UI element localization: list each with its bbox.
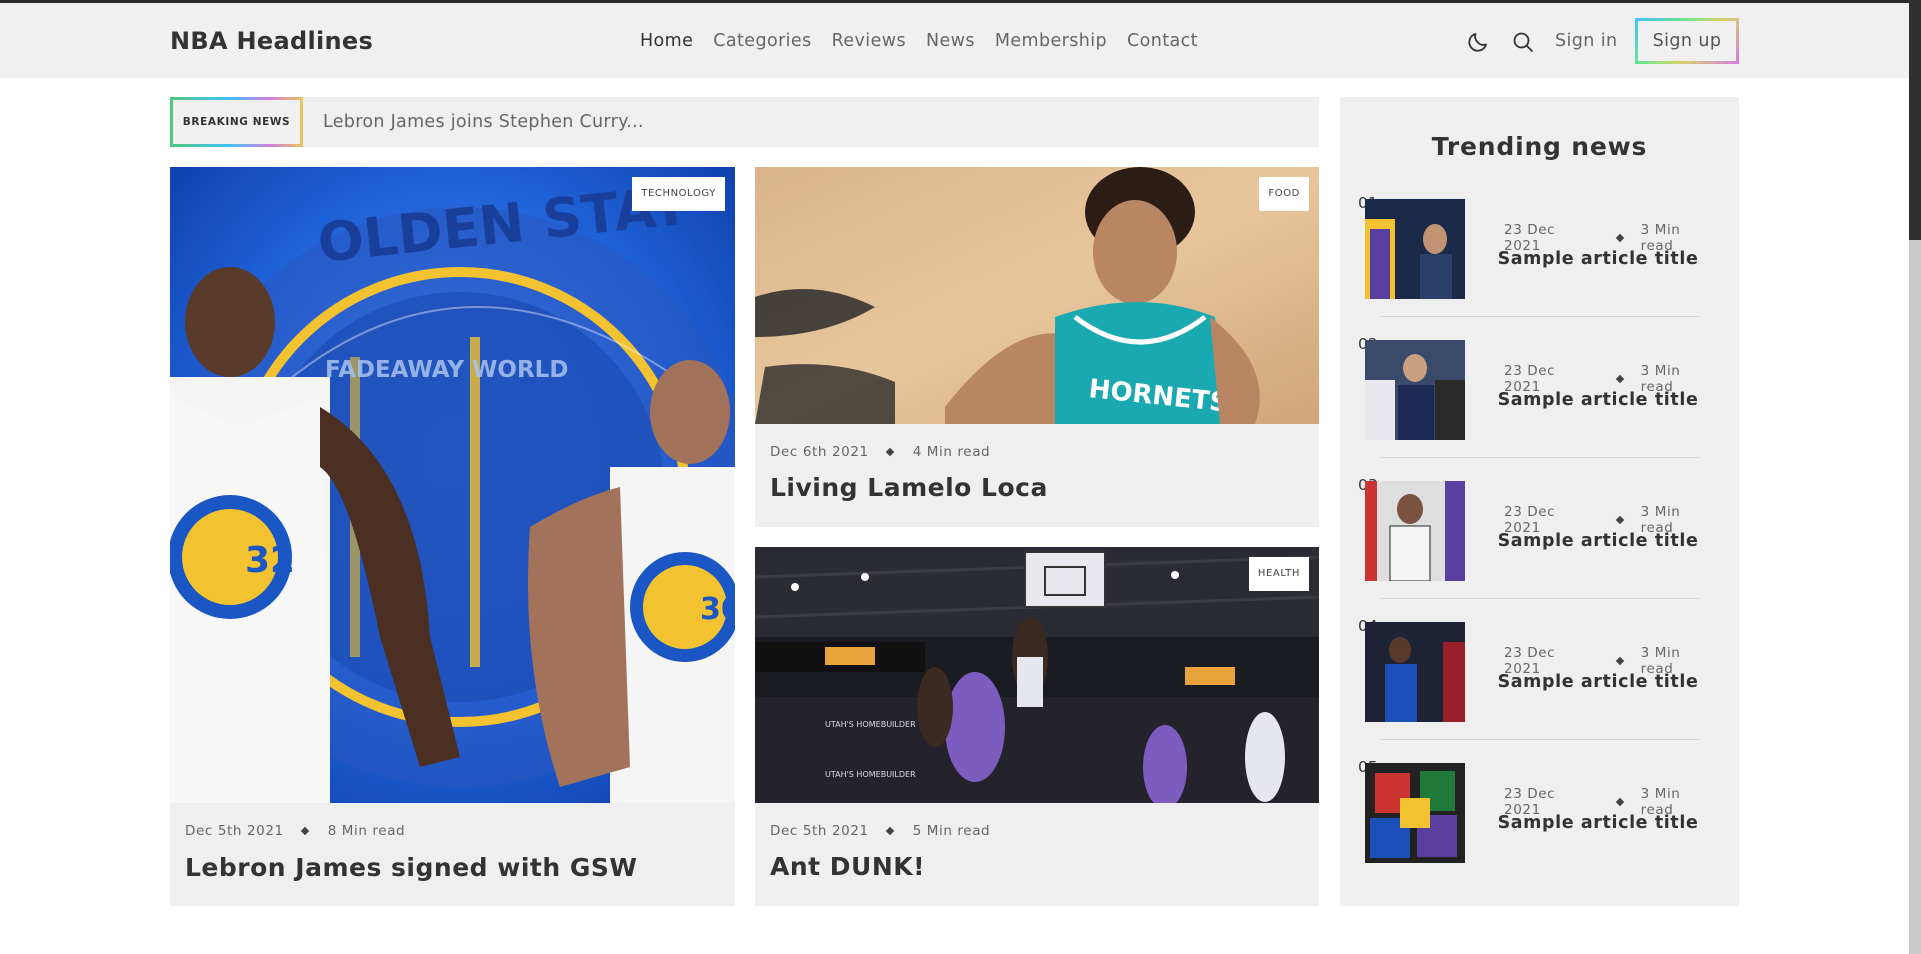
moon-icon[interactable] (1466, 30, 1490, 54)
nav-news[interactable]: News (926, 31, 975, 51)
search-icon[interactable] (1511, 30, 1535, 54)
watermark-text: FADEAWAY WORLD (325, 357, 568, 383)
category-tag[interactable]: TECHNOLOGY (632, 177, 725, 211)
diamond-separator-icon (1615, 374, 1624, 384)
main-nav: Home Categories Reviews News Membership … (640, 31, 1218, 51)
diamond-separator-icon (885, 826, 894, 836)
diamond-separator-icon (1615, 515, 1624, 525)
trending-title: Trending news (1431, 132, 1648, 161)
divider (1380, 739, 1700, 740)
article-read-time: 5 Min read (912, 823, 991, 839)
article-card-top[interactable]: HORNETS FOOD Dec 6th 2021 4 Min read Liv… (755, 167, 1319, 527)
trending-thumbnail[interactable] (1365, 763, 1465, 863)
sign-up-button[interactable]: Sign up (1635, 18, 1739, 64)
featured-article-card[interactable]: OLDEN STAT FADEAWAY WORLD 32 30 TECHNOLO… (170, 167, 735, 906)
diamond-separator-icon (300, 826, 309, 836)
featured-article-image[interactable]: OLDEN STAT FADEAWAY WORLD 32 30 (170, 167, 735, 803)
scrollbar-thumb[interactable] (1909, 0, 1921, 240)
breaking-news-bar: BREAKING NEWS Lebron James joins Stephen… (170, 97, 1319, 147)
trending-item[interactable]: 02 23 Dec 2021 3 Min read Sample article… (1358, 335, 1718, 476)
trending-news-panel: Trending news 01 23 Dec 2021 3 Min read … (1340, 97, 1739, 906)
trending-item[interactable]: 05 23 Dec 2021 3 Min read Sample article… (1358, 758, 1718, 899)
diamond-separator-icon (1615, 797, 1624, 807)
nav-membership[interactable]: Membership (995, 31, 1107, 51)
nav-home[interactable]: Home (640, 31, 693, 51)
divider (1380, 598, 1700, 599)
sign-in-link[interactable]: Sign in (1555, 31, 1618, 51)
trending-thumbnail[interactable] (1365, 622, 1465, 722)
trending-article-title[interactable]: Sample article title (1478, 531, 1718, 551)
trending-article-title[interactable]: Sample article title (1478, 249, 1718, 269)
category-tag[interactable]: HEALTH (1248, 557, 1309, 591)
article-read-time: 8 Min read (327, 823, 406, 839)
breaking-news-badge: BREAKING NEWS (170, 97, 303, 147)
article-date: Dec 5th 2021 (770, 823, 869, 839)
breaking-news-label: BREAKING NEWS (173, 100, 300, 144)
article-title[interactable]: Ant DUNK! (770, 852, 925, 881)
article-meta: Dec 5th 2021 5 Min read (770, 823, 990, 839)
svg-text:UTAH'S HOMEBUILDER: UTAH'S HOMEBUILDER (825, 770, 916, 779)
article-image-top[interactable]: HORNETS (755, 167, 1319, 424)
trending-thumbnail[interactable] (1365, 340, 1465, 440)
trending-thumbnail[interactable] (1365, 199, 1465, 299)
article-date: Dec 6th 2021 (770, 444, 869, 460)
article-meta: Dec 5th 2021 8 Min read (185, 823, 405, 839)
sign-up-label: Sign up (1638, 21, 1736, 61)
svg-text:32: 32 (245, 540, 295, 581)
trending-thumbnail[interactable] (1365, 481, 1465, 581)
article-title[interactable]: Living Lamelo Loca (770, 473, 1048, 502)
site-logo[interactable]: NBA Headlines (170, 27, 373, 55)
diamond-separator-icon (1615, 656, 1624, 666)
nav-categories[interactable]: Categories (713, 31, 811, 51)
divider (1380, 316, 1700, 317)
trending-article-title[interactable]: Sample article title (1478, 390, 1718, 410)
article-meta: Dec 6th 2021 4 Min read (770, 444, 990, 460)
trending-article-title[interactable]: Sample article title (1478, 813, 1718, 833)
trending-item[interactable]: 01 23 Dec 2021 3 Min read Sample article… (1358, 194, 1718, 335)
trending-item[interactable]: 03 23 Dec 2021 3 Min read Sample article… (1358, 476, 1718, 617)
article-title[interactable]: Lebron James signed with GSW (185, 853, 637, 882)
diamond-separator-icon (885, 447, 894, 457)
nav-reviews[interactable]: Reviews (832, 31, 906, 51)
trending-item[interactable]: 04 23 Dec 2021 3 Min read Sample article… (1358, 617, 1718, 758)
svg-text:30: 30 (700, 592, 735, 627)
article-read-time: 4 Min read (912, 444, 991, 460)
nav-contact[interactable]: Contact (1127, 31, 1198, 51)
category-tag[interactable]: FOOD (1259, 177, 1309, 211)
article-image-bottom[interactable]: UTAH'S HOMEBUILDER UTAH'S HOMEBUILDER (755, 547, 1319, 803)
breaking-news-text[interactable]: Lebron James joins Stephen Curry... (323, 112, 644, 132)
site-header: NBA Headlines Home Categories Reviews Ne… (0, 3, 1909, 78)
article-card-bottom[interactable]: UTAH'S HOMEBUILDER UTAH'S HOMEBUILDER HE… (755, 547, 1319, 906)
svg-text:UTAH'S HOMEBUILDER: UTAH'S HOMEBUILDER (825, 720, 916, 729)
divider (1380, 457, 1700, 458)
article-date: Dec 5th 2021 (185, 823, 284, 839)
trending-article-title[interactable]: Sample article title (1478, 672, 1718, 692)
diamond-separator-icon (1615, 233, 1624, 243)
